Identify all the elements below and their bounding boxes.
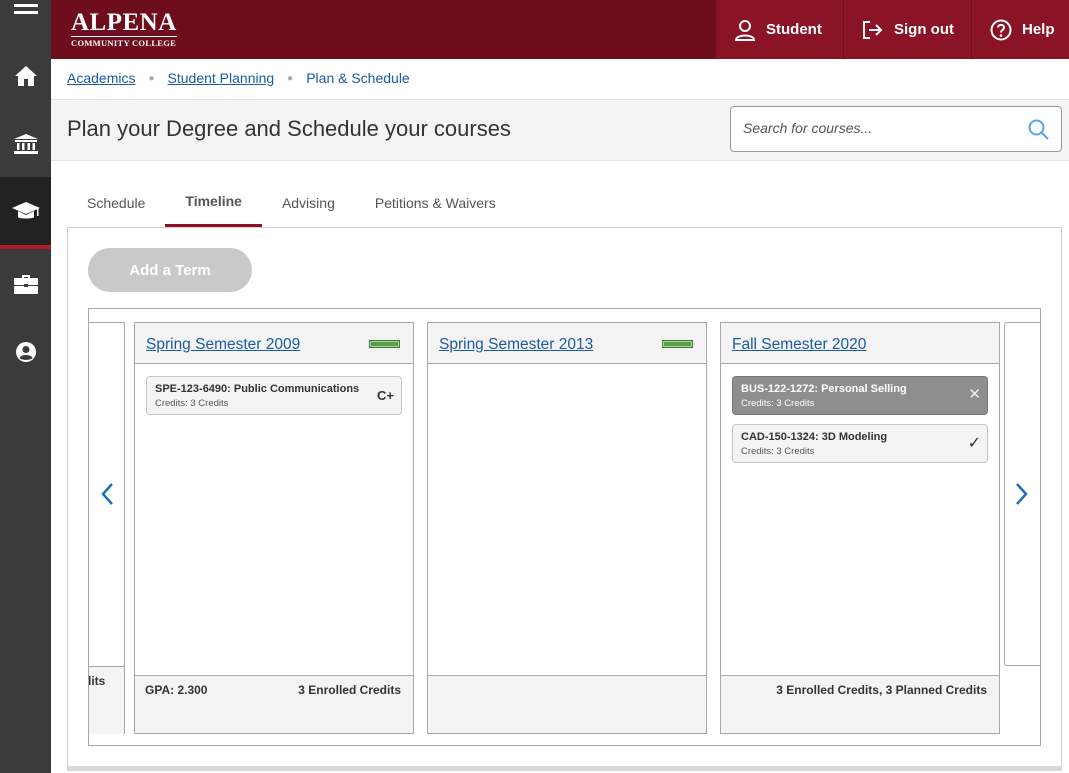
nav-academics[interactable] — [0, 177, 51, 249]
header-actions: Student Sign out Help — [715, 0, 1069, 59]
course-credits: Credits: 3 Credits — [741, 446, 815, 457]
user-icon — [734, 19, 756, 41]
panel-shadow — [67, 766, 1062, 771]
term-name-link[interactable]: Spring Semester 2009 — [146, 336, 300, 354]
course-title: BUS-122-1272: Personal Selling — [741, 383, 907, 395]
student-label: Student — [766, 21, 822, 38]
tab-advising[interactable]: Advising — [262, 178, 355, 227]
logo-line2: COMMUNITY COLLEGE — [71, 36, 177, 48]
term-card: Fall Semester 2020 BUS-122-1272: Persona… — [720, 322, 1000, 734]
planning-tabs: Schedule Timeline Advising Petitions & W… — [67, 178, 516, 228]
logo-line1: ALPENA — [71, 9, 177, 36]
search-icon[interactable] — [1028, 119, 1049, 140]
term-progress-bar — [369, 340, 400, 348]
page-title: Plan your Degree and Schedule your cours… — [67, 116, 511, 141]
nav-finance[interactable] — [0, 110, 51, 178]
timeline-next-button[interactable] — [1012, 470, 1032, 518]
course-card[interactable]: CAD-150-1324: 3D Modeling Credits: 3 Cre… — [732, 424, 988, 463]
term-progress-bar — [662, 340, 693, 348]
help-label: Help — [1022, 21, 1055, 38]
menu-icon — [13, 4, 38, 14]
add-term-button[interactable]: Add a Term — [88, 248, 252, 292]
nav-employment[interactable] — [0, 250, 51, 318]
term-card: Spring Semester 2009 SPE-123-6490: Publi… — [134, 322, 414, 734]
course-title: SPE-123-6490: Public Communications — [155, 383, 360, 395]
term-footer-text: lits — [88, 674, 106, 688]
course-title: CAD-150-1324: 3D Modeling — [741, 431, 888, 443]
institution-icon — [13, 134, 38, 154]
term-footer: GPA: 2.300 3 Enrolled Credits — [135, 675, 413, 733]
term-footer: lits — [88, 666, 124, 734]
briefcase-icon — [13, 275, 38, 294]
term-timeline: lits Spring Semester 2009 SPE-123-6490: … — [88, 308, 1041, 746]
breadcrumb-student-planning[interactable]: Student Planning — [168, 70, 275, 86]
top-header: ALPENA COMMUNITY COLLEGE Student Sign ou… — [51, 0, 1069, 59]
student-button[interactable]: Student — [715, 0, 843, 59]
menu-button[interactable] — [0, 0, 51, 34]
term-header: Spring Semester 2013 — [428, 323, 706, 364]
user-circle-icon — [15, 342, 36, 362]
breadcrumb-separator: ● — [148, 72, 155, 84]
breadcrumb-academics[interactable]: Academics — [67, 70, 135, 86]
tab-schedule[interactable]: Schedule — [67, 178, 165, 227]
remove-course-icon[interactable]: ✕ — [968, 385, 981, 403]
nav-home[interactable] — [0, 42, 51, 110]
term-gpa: GPA: 2.300 — [145, 683, 208, 697]
term-footer — [428, 675, 706, 733]
title-band: Plan your Degree and Schedule your cours… — [51, 99, 1069, 161]
chevron-right-icon — [1016, 483, 1028, 505]
tab-petitions-waivers[interactable]: Petitions & Waivers — [355, 178, 516, 227]
course-credits: Credits: 3 Credits — [741, 398, 815, 409]
term-name-link[interactable]: Fall Semester 2020 — [732, 336, 866, 354]
term-footer: 3 Enrolled Credits, 3 Planned Credits — [721, 675, 999, 733]
nav-rail — [0, 0, 51, 773]
home-icon — [14, 66, 37, 86]
help-button[interactable]: Help — [971, 0, 1069, 59]
college-logo[interactable]: ALPENA COMMUNITY COLLEGE — [71, 9, 177, 48]
nav-profile[interactable] — [0, 318, 51, 386]
breadcrumb-plan-schedule: Plan & Schedule — [306, 70, 410, 86]
course-grade: C+ — [377, 388, 394, 403]
graduation-cap-icon — [11, 202, 40, 219]
course-credits: Credits: 3 Credits — [155, 398, 229, 409]
tab-timeline[interactable]: Timeline — [165, 178, 262, 227]
help-icon — [990, 19, 1012, 40]
term-name-link[interactable]: Spring Semester 2013 — [439, 336, 593, 354]
chevron-left-icon — [101, 483, 113, 505]
term-header: Spring Semester 2009 — [135, 323, 413, 364]
term-header: Fall Semester 2020 — [721, 323, 999, 364]
search-input[interactable] — [743, 120, 1013, 136]
course-card[interactable]: SPE-123-6490: Public Communications Cred… — [146, 376, 402, 415]
timeline-prev-button[interactable] — [97, 470, 117, 518]
checkmark-icon: ✓ — [967, 435, 981, 452]
course-search — [730, 106, 1062, 152]
term-credits-summary: 3 Enrolled Credits — [298, 683, 401, 697]
breadcrumb-separator: ● — [287, 72, 294, 84]
sign-out-button[interactable]: Sign out — [843, 0, 971, 59]
term-card-partial-left: lits — [88, 322, 125, 734]
term-credits-summary: 3 Enrolled Credits, 3 Planned Credits — [776, 683, 987, 697]
term-card: Spring Semester 2013 — [427, 322, 707, 734]
sign-out-icon — [863, 20, 883, 39]
sign-out-label: Sign out — [894, 21, 954, 38]
breadcrumb: Academics ● Student Planning ● Plan & Sc… — [67, 70, 410, 86]
course-card-planned[interactable]: BUS-122-1272: Personal Selling Credits: … — [732, 376, 988, 415]
